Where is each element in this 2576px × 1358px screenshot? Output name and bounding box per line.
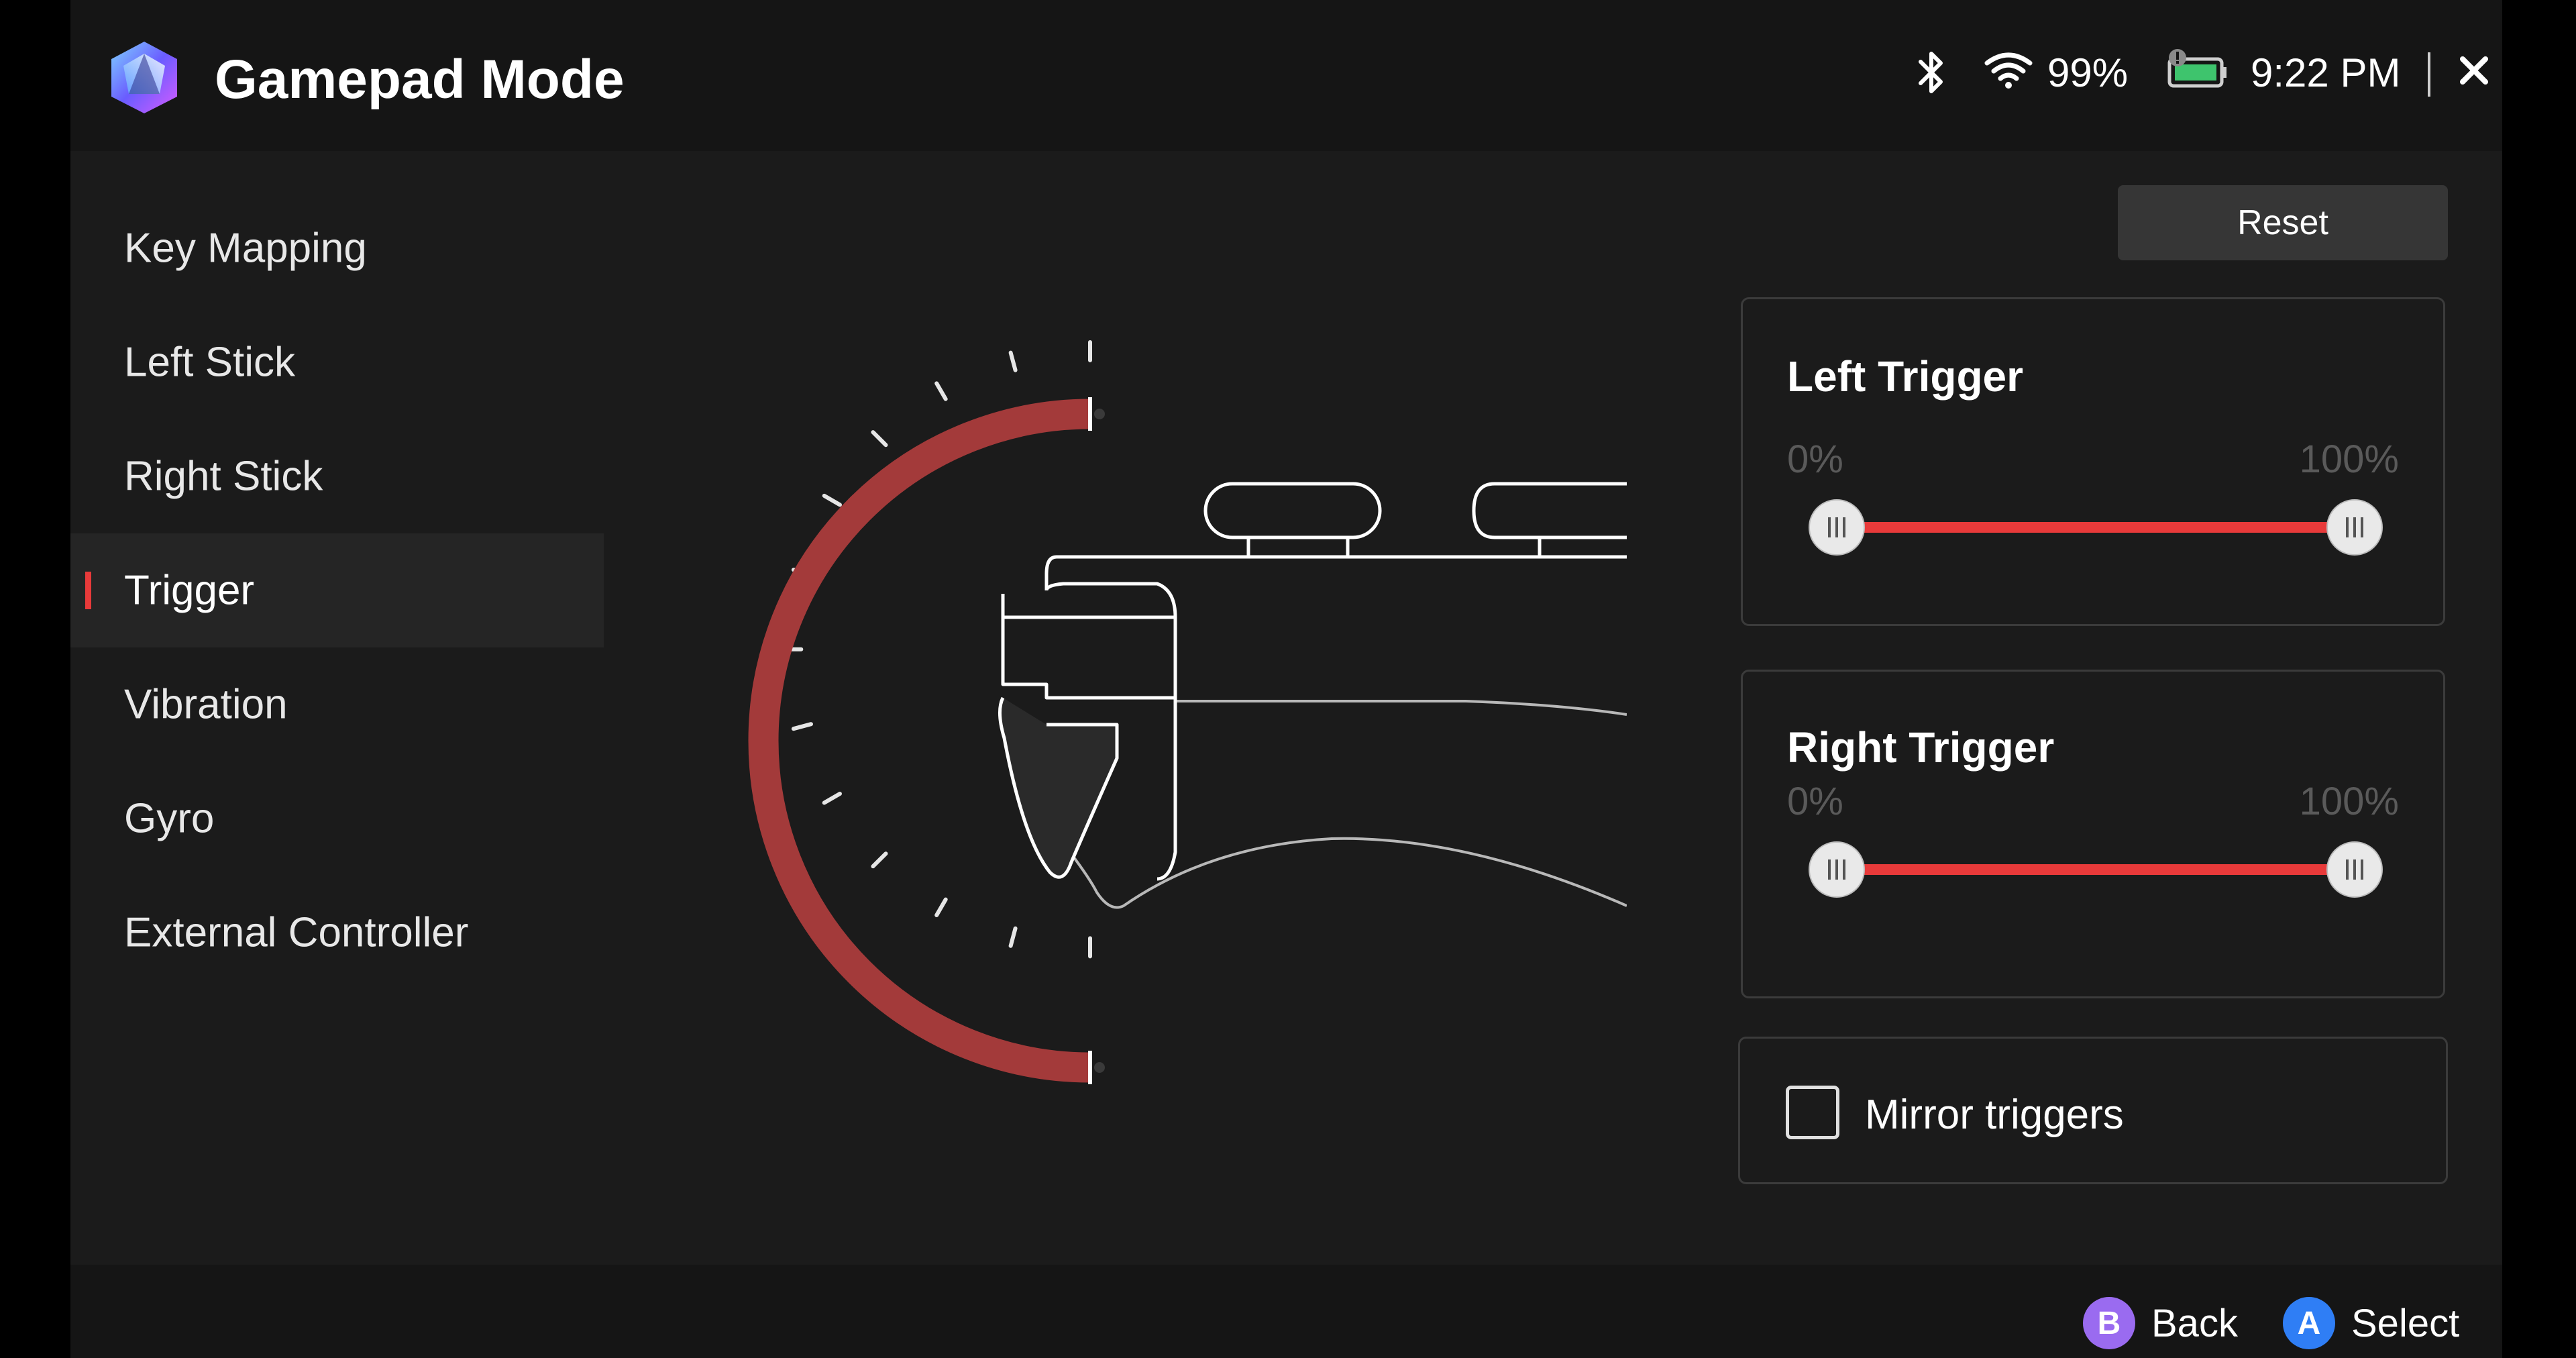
b-button-icon: B bbox=[2083, 1297, 2135, 1349]
sidebar-item-trigger[interactable]: Trigger bbox=[70, 533, 604, 647]
left-trigger-min-label: 0% bbox=[1787, 437, 1843, 481]
left-trigger-max-label: 100% bbox=[2299, 437, 2399, 481]
left-trigger-min-handle[interactable] bbox=[1809, 499, 1865, 556]
sidebar-item-vibration[interactable]: Vibration bbox=[70, 647, 604, 762]
grip-icon bbox=[1828, 517, 1845, 537]
right-trigger-slider-track[interactable] bbox=[1837, 864, 2353, 875]
mirror-triggers-label: Mirror triggers bbox=[1865, 1092, 2124, 1138]
title-bar: Gamepad Mode 99% 9:22 PM bbox=[70, 0, 2502, 151]
sidebar-item-gyro[interactable]: Gyro bbox=[70, 762, 604, 876]
right-trigger-card: Right Trigger 0% 100% bbox=[1741, 670, 2445, 998]
mirror-triggers-option[interactable]: Mirror triggers bbox=[1738, 1037, 2448, 1184]
clock: 9:22 PM bbox=[2251, 50, 2401, 95]
active-indicator bbox=[85, 572, 91, 609]
select-label: Select bbox=[2351, 1301, 2460, 1345]
sidebar-item-label: Left Stick bbox=[124, 339, 295, 386]
controller-outline bbox=[998, 482, 1627, 909]
mirror-triggers-checkbox[interactable] bbox=[1786, 1086, 1839, 1139]
left-trigger-card: Left Trigger 0% 100% bbox=[1741, 297, 2445, 626]
title-divider bbox=[2428, 52, 2430, 97]
right-trigger-min-handle[interactable] bbox=[1809, 841, 1865, 898]
grip-icon bbox=[2346, 859, 2363, 880]
status-bar: 99% 9:22 PM bbox=[1831, 0, 2502, 151]
grip-icon bbox=[1828, 859, 1845, 880]
page-title: Gamepad Mode bbox=[215, 49, 625, 110]
right-trigger-title: Right Trigger bbox=[1787, 723, 2055, 772]
left-trigger-title: Left Trigger bbox=[1787, 352, 2024, 401]
battery-percent: 99% bbox=[2047, 50, 2129, 95]
sidebar-item-external-controller[interactable]: External Controller bbox=[70, 876, 604, 990]
sidebar-item-key-mapping[interactable]: Key Mapping bbox=[70, 191, 604, 305]
back-label: Back bbox=[2151, 1301, 2238, 1345]
left-trigger-max-handle[interactable] bbox=[2326, 499, 2383, 556]
sidebar-item-label: Gyro bbox=[124, 795, 215, 842]
right-trigger-max-label: 100% bbox=[2299, 780, 2399, 823]
reset-button[interactable]: Reset bbox=[2118, 185, 2448, 260]
close-icon[interactable] bbox=[2457, 54, 2491, 87]
sidebar-item-label: Vibration bbox=[124, 681, 288, 728]
battery-charging-icon bbox=[2167, 49, 2226, 88]
sidebar-item-label: Key Mapping bbox=[124, 225, 367, 272]
sidebar-item-left-stick[interactable]: Left Stick bbox=[70, 305, 604, 419]
wifi-icon bbox=[1984, 52, 2033, 89]
a-button-icon: A bbox=[2283, 1297, 2335, 1349]
app-logo-icon bbox=[111, 42, 177, 113]
trigger-illustration bbox=[748, 340, 1627, 1084]
left-trigger-slider-track[interactable] bbox=[1837, 522, 2353, 533]
sidebar-item-right-stick[interactable]: Right Stick bbox=[70, 419, 604, 533]
sidebar-item-label: External Controller bbox=[124, 909, 469, 956]
right-trigger-max-handle[interactable] bbox=[2326, 841, 2383, 898]
footer-hints: B Back A Select bbox=[70, 1265, 2502, 1358]
sidebar: Key Mapping Left Stick Right Stick Trigg… bbox=[70, 151, 604, 1265]
bluetooth-icon bbox=[1919, 52, 1943, 93]
sidebar-item-label: Right Stick bbox=[124, 453, 323, 500]
sidebar-item-label: Trigger bbox=[124, 567, 255, 614]
gamepad-mode-window: Gamepad Mode 99% 9:22 PM Key Mapping Lef… bbox=[70, 0, 2502, 1358]
right-trigger-min-label: 0% bbox=[1787, 780, 1843, 823]
back-button[interactable]: B Back bbox=[2083, 1293, 2238, 1353]
grip-icon bbox=[2346, 517, 2363, 537]
select-button[interactable]: A Select bbox=[2283, 1293, 2459, 1353]
